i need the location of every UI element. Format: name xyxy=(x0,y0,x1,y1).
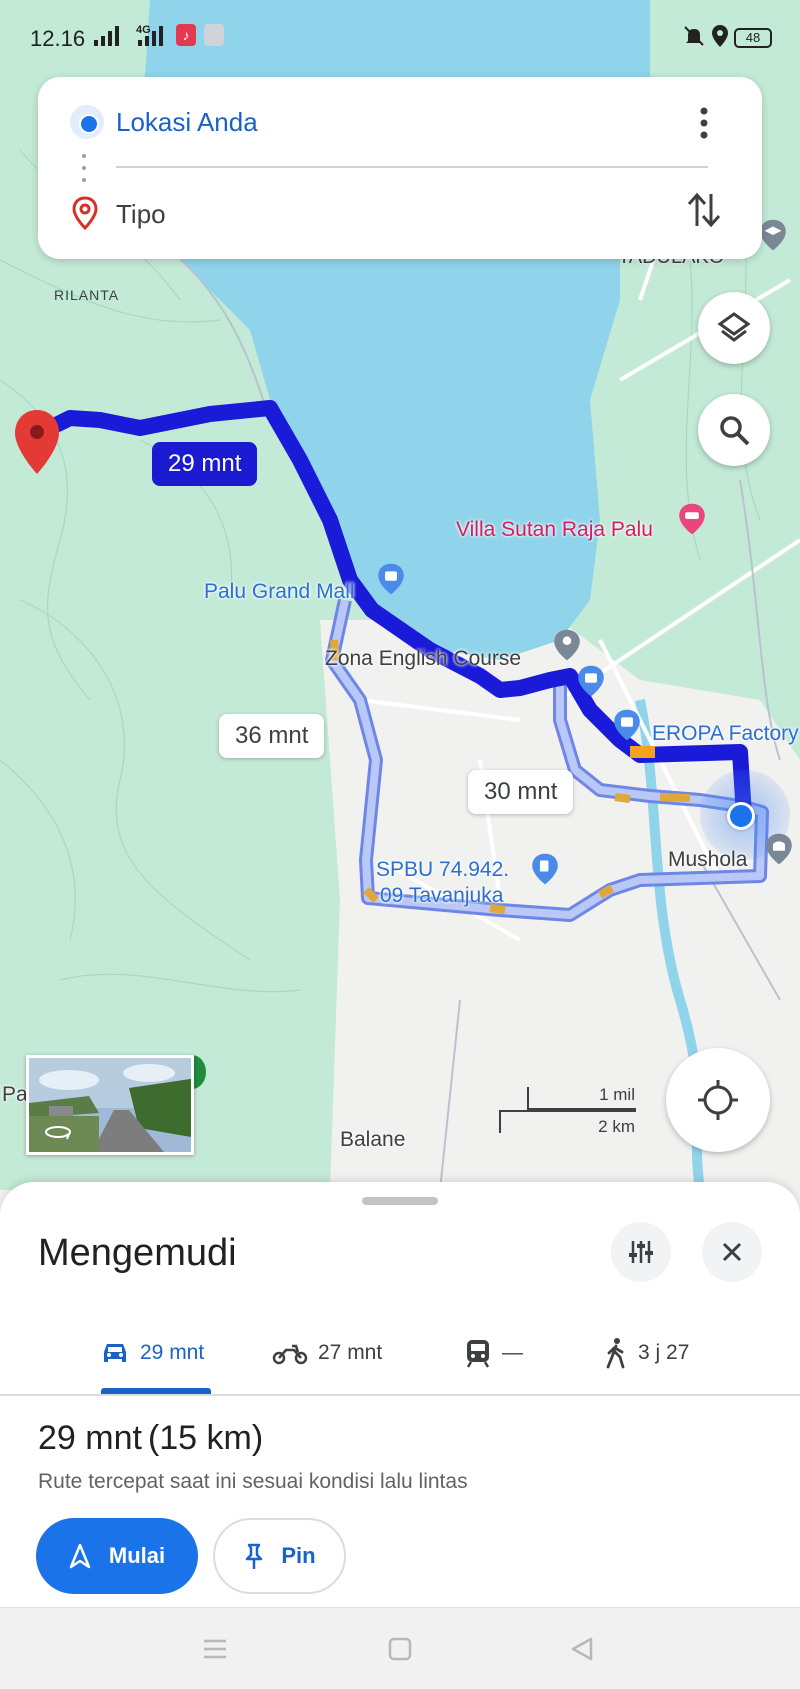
route-time-alt-1[interactable]: 36 mnt xyxy=(219,714,325,758)
gas-station-pin-icon[interactable] xyxy=(528,852,562,886)
walk-icon xyxy=(606,1338,625,1369)
start-button[interactable]: Mulai xyxy=(36,1518,198,1594)
nav-back-button[interactable] xyxy=(565,1632,599,1666)
nav-home-button[interactable] xyxy=(383,1632,417,1666)
map-label-grand-mall[interactable]: Palu Grand Mall xyxy=(204,580,355,604)
car-icon xyxy=(104,1344,126,1362)
tabs-divider xyxy=(0,1394,800,1396)
status-bar: 12.16 4G ♪ 48 xyxy=(0,0,800,72)
system-nav-bar xyxy=(0,1607,800,1689)
search-icon xyxy=(720,416,750,446)
more-vert-icon[interactable] xyxy=(698,105,710,141)
origin-input[interactable]: Lokasi Anda xyxy=(116,107,258,138)
close-button[interactable] xyxy=(702,1222,762,1282)
destination-pin-icon[interactable] xyxy=(12,408,62,478)
tab-motorcycle[interactable]: 27 mnt xyxy=(272,1330,382,1376)
mall-pin-icon[interactable] xyxy=(374,562,408,596)
route-card: Lokasi Anda Tipo xyxy=(38,77,762,259)
map-label-mushola[interactable]: Mushola xyxy=(668,848,747,872)
pin-icon xyxy=(246,1543,263,1569)
map-label-villa[interactable]: Villa Sutan Raja Palu xyxy=(456,518,653,542)
street-view-image xyxy=(29,1058,191,1152)
villa-hotel-pin-icon[interactable] xyxy=(675,502,709,536)
transit-icon xyxy=(466,1340,490,1368)
motorcycle-icon xyxy=(272,1344,308,1365)
current-location-dot[interactable] xyxy=(727,802,755,830)
notification-app-icon xyxy=(204,24,224,46)
sheet-title: Mengemudi xyxy=(38,1232,237,1274)
origin-dot-icon xyxy=(70,105,104,139)
street-view-360-icon xyxy=(45,1126,71,1140)
map-label-zona[interactable]: Zona English Course xyxy=(325,647,521,671)
tune-icon xyxy=(629,1241,653,1263)
zona-place-pin-icon[interactable] xyxy=(550,628,584,662)
map-label-spbu-1[interactable]: SPBU 74.942. xyxy=(376,858,509,882)
route-time-alt-2[interactable]: 30 mnt xyxy=(468,770,574,814)
shop-pin-icon[interactable] xyxy=(574,664,608,698)
pin-button[interactable]: Pin xyxy=(213,1518,346,1594)
tab-walk-label: 3 j 27 xyxy=(638,1341,690,1364)
layers-button[interactable] xyxy=(698,292,770,364)
route-summary-time: 29 mnt xyxy=(38,1419,142,1457)
card-divider xyxy=(116,166,708,168)
tab-motorcycle-label: 27 mnt xyxy=(318,1341,383,1364)
destination-pin-small-icon xyxy=(72,196,98,231)
start-button-label: Mulai xyxy=(108,1543,166,1568)
back-icon xyxy=(571,1637,593,1661)
layers-icon xyxy=(717,312,751,342)
battery-icon: 48 xyxy=(734,28,772,48)
tab-car[interactable]: 29 mnt xyxy=(100,1330,204,1376)
nav-menu-button[interactable] xyxy=(198,1632,232,1666)
signal-icon xyxy=(94,26,119,46)
close-icon xyxy=(722,1242,742,1262)
route-dots-connector xyxy=(82,154,86,182)
my-location-icon xyxy=(698,1080,738,1120)
signal-4g-icon xyxy=(138,26,163,46)
directions-sheet: Mengemudi 29 mnt 27 mnt — 3 j 27 29 mnt … xyxy=(0,1182,800,1607)
music-app-icon: ♪ xyxy=(176,24,196,46)
sheet-drag-handle[interactable] xyxy=(362,1197,438,1205)
status-time: 12.16 xyxy=(30,26,86,51)
route-time-primary[interactable]: 29 mnt xyxy=(152,442,258,486)
map-label-pa: Pa xyxy=(2,1083,28,1106)
mosque-pin-icon[interactable] xyxy=(762,832,796,866)
navigation-arrow-icon xyxy=(69,1543,91,1569)
street-view-thumbnail[interactable] xyxy=(26,1055,194,1155)
map-label-rilanta: RILANTA xyxy=(54,287,120,303)
tab-car-label: 29 mnt xyxy=(140,1341,205,1364)
my-location-button[interactable] xyxy=(666,1048,770,1152)
home-icon xyxy=(388,1637,412,1661)
eropa-shop-pin-icon[interactable] xyxy=(610,708,644,742)
menu-icon xyxy=(204,1639,226,1659)
tab-walk[interactable]: 3 j 27 xyxy=(604,1330,689,1376)
route-options-button[interactable] xyxy=(611,1222,671,1282)
map-label-balane: Balane xyxy=(340,1128,406,1151)
destination-input[interactable]: Tipo xyxy=(116,199,166,230)
search-button[interactable] xyxy=(698,394,770,466)
tab-transit[interactable]: — xyxy=(464,1330,523,1376)
route-summary: 29 mnt (15 km) xyxy=(38,1419,263,1458)
map-label-spbu-2[interactable]: 09 Tavanjuka xyxy=(380,884,503,908)
route-summary-distance: (15 km) xyxy=(147,1419,264,1457)
map-label-eropa[interactable]: EROPA Factory xyxy=(652,722,799,746)
mute-icon xyxy=(684,26,704,46)
tab-transit-label: — xyxy=(502,1341,523,1364)
route-description: Rute tercepat saat ini sesuai kondisi la… xyxy=(38,1470,468,1493)
pin-button-label: Pin xyxy=(281,1543,316,1568)
scale-bar xyxy=(499,1087,636,1133)
swap-icon[interactable] xyxy=(686,190,722,230)
location-icon xyxy=(712,25,728,47)
